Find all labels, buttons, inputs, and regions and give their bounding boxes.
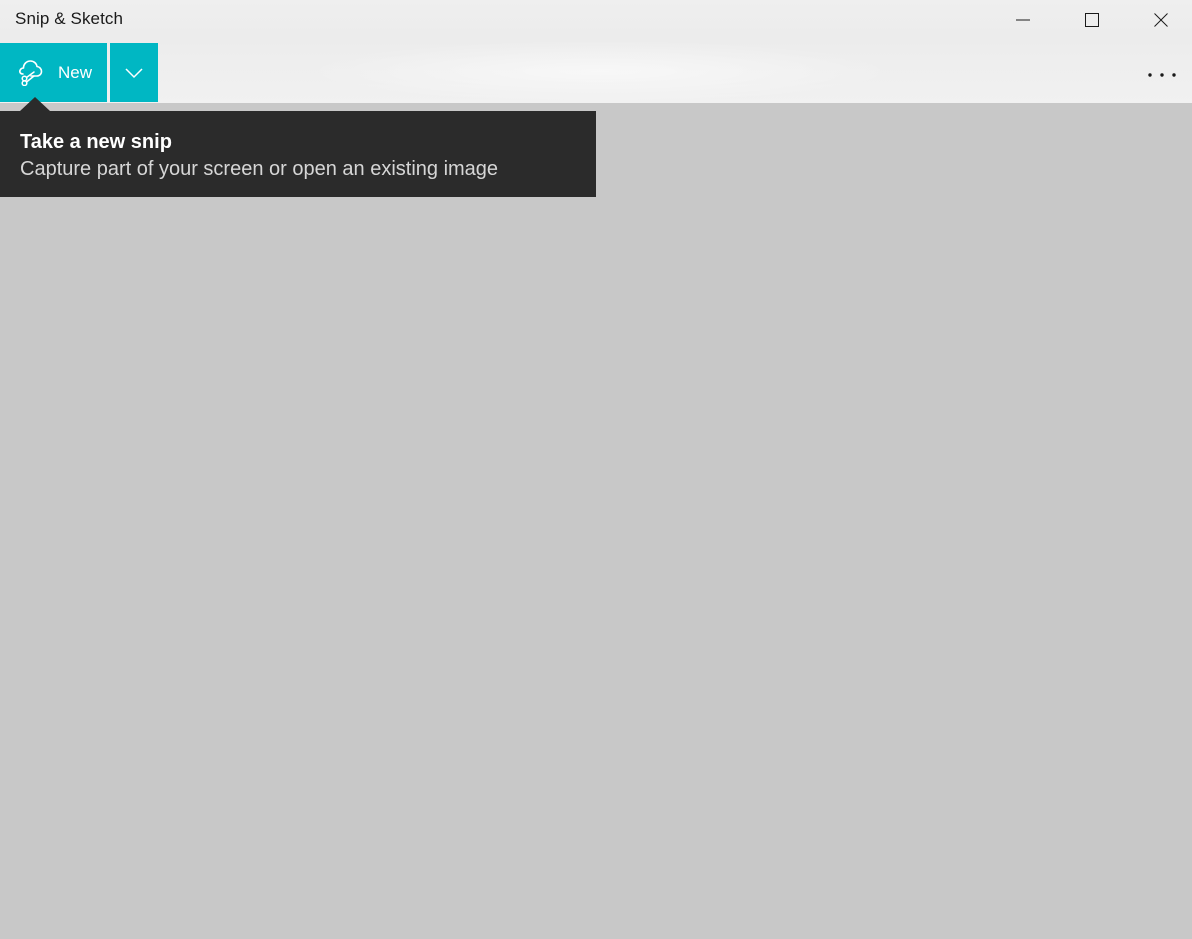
maximize-icon [1085,13,1099,27]
tooltip-title: Take a new snip [20,131,172,153]
new-snip-label: New [58,63,93,82]
snip-scissors-icon [19,60,43,86]
new-snip-button[interactable]: New [0,43,107,102]
new-snip-tooltip: Take a new snip Capture part of your scr… [0,111,596,197]
minimize-icon [1016,19,1030,21]
minimize-button[interactable] [1000,0,1046,40]
maximize-button[interactable] [1069,0,1115,40]
chevron-down-icon [125,67,143,78]
tooltip-arrow [20,97,50,111]
tooltip-description: Capture part of your screen or open an e… [20,158,499,180]
window-title: Snip & Sketch [15,9,124,28]
app-window: Snip & Sketch New Take a new snip Captur… [0,0,1192,939]
new-snip-dropdown-button[interactable] [110,43,158,102]
more-options-button[interactable] [1140,60,1184,90]
more-ellipsis-icon [1148,73,1176,77]
close-button[interactable] [1138,0,1184,40]
close-icon [1154,13,1168,27]
